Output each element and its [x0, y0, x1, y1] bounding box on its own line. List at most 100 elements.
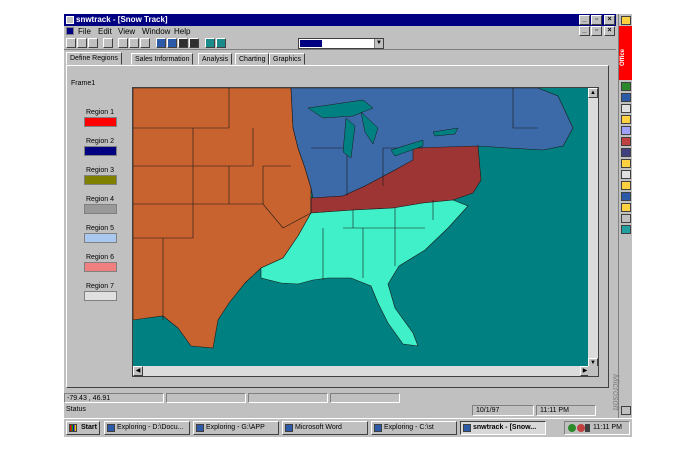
status-panel-3	[248, 393, 328, 403]
region-item[interactable]: Region 2	[80, 137, 120, 156]
taskbar-button-label: Exploring - C:\st	[384, 424, 434, 431]
combo-value	[300, 40, 322, 47]
taskbar-button-label: Exploring - G:\APP	[206, 424, 265, 431]
explorer-icon	[107, 424, 115, 432]
map-tool-icon[interactable]	[156, 38, 166, 48]
office-doc-icon[interactable]	[621, 170, 631, 179]
region-color-swatch[interactable]	[84, 262, 117, 272]
tray-network-icon[interactable]	[568, 424, 576, 432]
title-bar: snwtrack - [Snow Track] _ ▫ ×	[64, 14, 616, 26]
region-color-swatch[interactable]	[84, 233, 117, 243]
region-label: Region 3	[85, 167, 115, 174]
toolbar-combo[interactable]: ▼	[298, 38, 384, 49]
office-search-icon[interactable]	[621, 115, 631, 124]
region-color-swatch[interactable]	[84, 291, 117, 301]
region-item[interactable]: Region 3	[80, 166, 120, 185]
office-help-icon[interactable]	[621, 192, 631, 201]
select-tool-icon[interactable]	[189, 38, 199, 48]
taskbar-button-label: snwtrack - [Snow...	[473, 424, 537, 431]
doc-restore-button[interactable]: ▫	[591, 26, 602, 36]
horizontal-scrollbar[interactable]: ◀ ▶	[133, 366, 590, 376]
tab-analysis[interactable]: Analysis	[198, 53, 233, 65]
office-binder-icon[interactable]	[621, 181, 631, 190]
snwtrack-icon	[463, 424, 471, 432]
office-tasks-icon[interactable]	[621, 148, 631, 157]
tray-volume-icon[interactable]	[585, 424, 590, 432]
office-calendar-icon[interactable]	[621, 126, 631, 135]
layer-tool-icon[interactable]	[205, 38, 215, 48]
menu-edit[interactable]: Edit	[98, 26, 112, 37]
office-word-icon[interactable]	[621, 93, 631, 102]
scroll-up-icon[interactable]: ▲	[588, 88, 598, 98]
us-map[interactable]	[133, 88, 590, 368]
tab-sales-information[interactable]: Sales Information	[131, 53, 194, 65]
office-label: Office	[620, 48, 626, 66]
office-bookshelf-icon[interactable]	[621, 203, 631, 212]
tab-graphics[interactable]: Graphics	[269, 53, 306, 65]
scroll-left-icon[interactable]: ◀	[133, 366, 143, 376]
start-button[interactable]: Start	[66, 421, 100, 435]
vertical-scrollbar[interactable]: ▲ ▼	[588, 88, 598, 368]
region-color-swatch[interactable]	[84, 204, 117, 214]
region-color-swatch[interactable]	[84, 117, 117, 127]
open-icon[interactable]	[77, 38, 87, 48]
region-item[interactable]: Region 7	[80, 282, 120, 301]
app-icon[interactable]	[66, 16, 74, 24]
print-icon[interactable]	[103, 38, 113, 48]
menu-view[interactable]: View	[118, 26, 135, 37]
region-color-swatch[interactable]	[84, 146, 117, 156]
status-label: Status	[66, 406, 86, 413]
doc-close-button[interactable]: ×	[604, 26, 615, 36]
region-item[interactable]: Region 1	[80, 108, 120, 127]
region-item[interactable]: Region 6	[80, 253, 120, 272]
zoom-tool-icon[interactable]	[167, 38, 177, 48]
status-panel-4	[330, 393, 400, 403]
taskbar-button-explorer-d[interactable]: Exploring - D:\Docu...	[104, 421, 190, 435]
document-icon[interactable]	[66, 27, 74, 35]
close-button[interactable]: ×	[604, 15, 615, 25]
region-color-swatch[interactable]	[84, 175, 117, 185]
region-label: Region 4	[85, 196, 115, 203]
menu-bar: File Edit View Window Help _ ▫ ×	[64, 26, 616, 37]
office-shortcut-bar: Office Microsoft	[611, 14, 632, 424]
office-note-icon[interactable]	[621, 104, 631, 113]
chevron-down-icon[interactable]: ▼	[374, 39, 383, 48]
taskbar-button-explorer-g[interactable]: Exploring - G:\APP	[193, 421, 279, 435]
region-item[interactable]: Region 4	[80, 195, 120, 214]
maximize-button[interactable]: ▫	[591, 15, 602, 25]
tab-define-regions[interactable]: Define Regions	[66, 52, 122, 65]
office-excel-icon[interactable]	[621, 82, 631, 91]
office-folder-icon[interactable]	[621, 159, 631, 168]
desktop-screen: snwtrack - [Snow Track] _ ▫ × File Edit …	[64, 14, 632, 437]
info-tool-icon[interactable]	[178, 38, 188, 48]
office-menu-icon[interactable]	[621, 16, 631, 25]
region-item[interactable]: Region 5	[80, 224, 120, 243]
tab-charting[interactable]: Charting	[235, 53, 270, 65]
cut-icon[interactable]	[118, 38, 128, 48]
office-access-icon[interactable]	[621, 137, 631, 146]
taskbar-button-snwtrack[interactable]: snwtrack - [Snow...	[460, 421, 546, 435]
office-bar-header[interactable]: Office	[619, 26, 632, 80]
taskbar-button-explorer-c[interactable]: Exploring - C:\st	[371, 421, 457, 435]
menu-file[interactable]: File	[78, 26, 91, 37]
taskbar-button-label: Microsoft Word	[295, 424, 342, 431]
microsoft-brand: Microsoft	[611, 374, 621, 411]
map-view[interactable]: ▲ ▼ ◀ ▶	[132, 87, 599, 377]
office-bottom-icon[interactable]	[621, 406, 631, 415]
tray-antivirus-icon[interactable]	[577, 424, 585, 432]
tray-clock: 11:11 PM	[593, 424, 622, 431]
grid-tool-icon[interactable]	[216, 38, 226, 48]
status-date: 10/1/97	[472, 405, 534, 416]
office-settings-icon[interactable]	[621, 214, 631, 223]
taskbar-button-word[interactable]: Microsoft Word	[282, 421, 368, 435]
paste-icon[interactable]	[140, 38, 150, 48]
new-icon[interactable]	[66, 38, 76, 48]
menu-help[interactable]: Help	[174, 26, 190, 37]
doc-minimize-button[interactable]: _	[579, 26, 590, 36]
office-mail-icon[interactable]	[621, 225, 631, 234]
minimize-button[interactable]: _	[579, 15, 590, 25]
save-icon[interactable]	[88, 38, 98, 48]
copy-icon[interactable]	[129, 38, 139, 48]
menu-window[interactable]: Window	[142, 26, 170, 37]
system-tray: 11:11 PM	[564, 421, 630, 435]
